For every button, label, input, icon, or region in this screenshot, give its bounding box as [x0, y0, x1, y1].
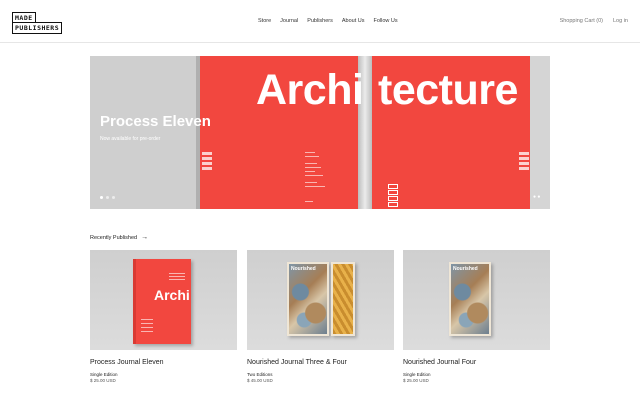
page-tab-marks-right	[519, 152, 529, 172]
product-price: $ 25.00 USD	[403, 378, 429, 383]
slider-dot-3[interactable]	[112, 196, 115, 199]
nourished-cover-four	[331, 262, 355, 336]
stacked-boxes-icon	[388, 184, 398, 209]
product-image[interactable]: Archi	[90, 250, 237, 350]
recently-published-heading[interactable]: Recently Published →	[90, 234, 148, 241]
made-publishers-logo[interactable]: MADE PUBLISHERS	[12, 12, 63, 34]
nav-journal[interactable]: Journal	[280, 18, 298, 24]
product-image[interactable]: Nourished	[403, 250, 550, 350]
slider-dot-2[interactable]	[106, 196, 109, 199]
hero-word-left: Archi	[256, 66, 364, 114]
hero-word-right: tecture	[378, 66, 518, 114]
product-card[interactable]: Archi Process Journal Eleven Single Edit…	[90, 250, 237, 383]
nav-follow-us[interactable]: Follow Us	[374, 18, 398, 24]
hero-slider[interactable]: Archi tecture Process Eleven Now availab…	[90, 56, 550, 209]
product-title[interactable]: Nourished Journal Four	[403, 359, 550, 366]
nav-publishers[interactable]: Publishers	[307, 18, 333, 24]
shopping-cart-link[interactable]: Shopping Cart (0)	[560, 18, 603, 24]
product-edition: Single Edition	[90, 372, 118, 377]
logo-line2: PUBLISHERS	[12, 22, 63, 34]
page-tab-marks-left	[202, 152, 212, 172]
site-header: MADE PUBLISHERS Store Journal Publishers…	[0, 0, 640, 43]
product-price: $ 45.00 USD	[247, 378, 273, 383]
nav-about-us[interactable]: About Us	[342, 18, 365, 24]
hero-left-background	[90, 56, 200, 209]
hero-subtitle: Now available for pre-order	[100, 136, 161, 142]
product-title[interactable]: Nourished Journal Three & Four	[247, 359, 394, 366]
hero-title: Process Eleven	[100, 113, 211, 130]
recently-published-label: Recently Published	[90, 234, 138, 241]
slider-dot-1[interactable]	[100, 196, 103, 199]
main-nav: Store Journal Publishers About Us Follow…	[258, 18, 398, 24]
slider-next-icon[interactable]: ● ●	[533, 194, 540, 200]
slider-dots	[100, 196, 115, 199]
product-price: $ 25.00 USD	[90, 378, 116, 383]
product-edition: Single Edition	[403, 372, 431, 377]
product-edition: Two Editions	[247, 372, 273, 377]
product-card[interactable]: Nourished Nourished Journal Three & Four…	[247, 250, 394, 383]
product-card[interactable]: Nourished Nourished Journal Four Single …	[403, 250, 550, 383]
product-title[interactable]: Process Journal Eleven	[90, 359, 237, 366]
nourished-cover-four: Nourished	[449, 262, 491, 336]
account-nav: Shopping Cart (0) Log in	[560, 18, 628, 24]
hero-page-body-text	[305, 152, 345, 202]
cover-word: Nourished	[453, 266, 478, 272]
product-image[interactable]: Nourished	[247, 250, 394, 350]
nourished-cover-three: Nourished	[287, 262, 329, 336]
process-journal-cover: Archi	[133, 259, 191, 344]
arrow-right-icon: →	[141, 234, 149, 241]
cover-word: Archi	[154, 287, 190, 303]
cover-word: Nourished	[291, 266, 316, 272]
nav-store[interactable]: Store	[258, 18, 271, 24]
hero-right-edge	[530, 56, 550, 209]
logo-line1: MADE	[12, 12, 36, 22]
login-link[interactable]: Log in	[613, 18, 628, 24]
